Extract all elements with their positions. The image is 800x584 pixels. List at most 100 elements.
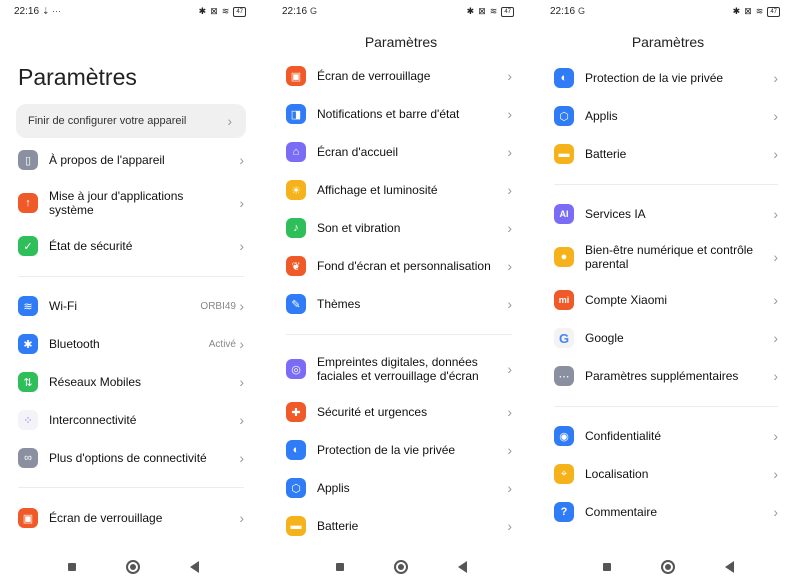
chevron-right-icon: › xyxy=(773,330,778,346)
status-time: 22:16 xyxy=(550,6,576,17)
settings-item-label: Compte Xiaomi xyxy=(585,293,668,307)
chevron-right-icon: › xyxy=(239,298,244,314)
settings-item-system-app-updates[interactable]: ↑ Mise à jour d'applications système › xyxy=(18,186,244,220)
settings-item-privacy-protection[interactable]: ◐ Protection de la vie privée › xyxy=(554,61,778,95)
back-button[interactable] xyxy=(457,561,467,573)
chevron-right-icon: › xyxy=(239,195,244,211)
recents-button[interactable] xyxy=(602,563,611,571)
settings-item-label: Thèmes xyxy=(317,297,361,311)
settings-item-feedback[interactable]: ? Commentaire › xyxy=(554,495,778,529)
chevron-right-icon: › xyxy=(239,450,244,466)
notification-icon: ◨ xyxy=(286,104,306,124)
apps-icon: ⬡ xyxy=(286,478,306,498)
settings-item-label: Fond d'écran et personnalisation xyxy=(317,259,491,273)
navigation-bar xyxy=(0,560,266,574)
settings-item-ai-services[interactable]: AI Services IA › xyxy=(554,197,778,231)
mobile-data-icon: ⇅ xyxy=(18,372,38,392)
recents-button[interactable] xyxy=(67,563,76,571)
section-divider xyxy=(18,487,244,488)
chevron-right-icon: › xyxy=(507,144,512,160)
interconnectivity-icon: ⁘ xyxy=(18,410,38,430)
settings-item-location[interactable]: ⌖ Localisation › xyxy=(554,457,778,491)
settings-item-label: Écran de verrouillage xyxy=(317,69,431,83)
wallpaper-icon: ❦ xyxy=(286,256,306,276)
chevron-right-icon: › xyxy=(507,258,512,274)
chevron-right-icon: › xyxy=(227,113,232,129)
settings-item-themes[interactable]: ✎ Thèmes › xyxy=(286,287,512,321)
navigation-bar xyxy=(536,560,800,574)
settings-item-additional-settings[interactable]: ⋯ Paramètres supplémentaires › xyxy=(554,359,778,393)
brush-icon: ✎ xyxy=(286,294,306,314)
settings-item-label: Applis xyxy=(317,481,350,495)
settings-item-mobile-networks[interactable]: ⇅ Réseaux Mobiles › xyxy=(18,365,244,399)
settings-item-label: Localisation xyxy=(585,467,649,481)
settings-item-privacy[interactable]: ◉ Confidentialité › xyxy=(554,419,778,453)
settings-item-safety-emergency[interactable]: ✚ Sécurité et urgences › xyxy=(286,395,512,429)
settings-item-apps[interactable]: ⬡ Applis › xyxy=(286,471,512,505)
phone-icon: ▯ xyxy=(18,150,38,170)
settings-item-notifications[interactable]: ◨ Notifications et barre d'état › xyxy=(286,97,512,131)
status-icons: ✱ ⊠ ≋ 47 xyxy=(467,6,514,17)
eye-icon: ◉ xyxy=(554,426,574,446)
nfc-status-icon: ⊠ xyxy=(478,6,486,16)
wifi-status-icon: ≋ xyxy=(221,6,230,16)
wifi-status-icon: ≋ xyxy=(755,6,764,16)
fingerprint-icon: ◎ xyxy=(286,359,306,379)
settings-item-apps[interactable]: ⬡ Applis › xyxy=(554,99,778,133)
back-button[interactable] xyxy=(189,561,199,573)
bluetooth-status-icon: ✱ xyxy=(466,6,475,16)
settings-item-label: Protection de la vie privée xyxy=(317,443,456,457)
chevron-right-icon: › xyxy=(507,182,512,198)
settings-item-bluetooth[interactable]: ✱ Bluetooth Activé › xyxy=(18,327,244,361)
bluetooth-status-value: Activé xyxy=(208,338,236,350)
settings-item-lock-screen[interactable]: ▣ Écran de verrouillage › xyxy=(286,59,512,93)
settings-item-more-connectivity[interactable]: ∞ Plus d'options de connectivité › xyxy=(18,441,244,475)
status-bar: 22:16 G ✱ ⊠ ≋ 47 xyxy=(280,6,522,20)
home-button[interactable] xyxy=(393,560,408,574)
feedback-icon: ? xyxy=(554,502,574,522)
settings-item-battery[interactable]: ▬ Batterie › xyxy=(286,509,512,543)
chevron-right-icon: › xyxy=(507,480,512,496)
settings-item-digital-wellbeing[interactable]: ● Bien-être numérique et contrôle parent… xyxy=(554,238,778,276)
settings-item-home-screen[interactable]: ⌂ Écran d'accueil › xyxy=(286,135,512,169)
settings-item-about-device[interactable]: ▯ À propos de l'appareil › xyxy=(18,143,244,177)
settings-item-interconnectivity[interactable]: ⁘ Interconnectivité › xyxy=(18,403,244,437)
settings-item-lock-screen[interactable]: ▣ Écran de verrouillage › xyxy=(18,501,244,535)
settings-item-display[interactable]: ☀ Affichage et luminosité › xyxy=(286,173,512,207)
wifi-status-icon: ≋ xyxy=(489,6,498,16)
settings-item-label: Interconnectivité xyxy=(49,413,137,427)
recents-button[interactable] xyxy=(335,563,344,571)
section-divider xyxy=(554,184,778,185)
bluetooth-icon: ✱ xyxy=(18,334,38,354)
apps-icon: ⬡ xyxy=(554,106,574,126)
finish-setup-label: Finir de configurer votre appareil xyxy=(28,115,187,127)
settings-item-privacy-protection[interactable]: ◐ Protection de la vie privée › xyxy=(286,433,512,467)
settings-item-sound[interactable]: ♪ Son et vibration › xyxy=(286,211,512,245)
xiaomi-icon: mi xyxy=(554,290,574,310)
home-button[interactable] xyxy=(660,560,675,574)
settings-item-biometrics[interactable]: ◎ Empreintes digitales, données faciales… xyxy=(286,350,512,388)
link-icon: ∞ xyxy=(18,448,38,468)
settings-item-label: Bien-être numérique et contrôle parental xyxy=(585,243,754,271)
home-button[interactable] xyxy=(125,560,140,574)
settings-item-wallpaper[interactable]: ❦ Fond d'écran et personnalisation › xyxy=(286,249,512,283)
settings-item-battery[interactable]: ▬ Batterie › xyxy=(554,137,778,171)
nfc-status-icon: ⊠ xyxy=(210,6,218,16)
more-icon: ⋯ xyxy=(554,366,574,386)
section-divider xyxy=(18,276,244,277)
settings-item-label: Batterie xyxy=(317,519,359,533)
settings-item-label: Écran de verrouillage xyxy=(49,511,163,525)
brightness-icon: ☀ xyxy=(286,180,306,200)
back-button[interactable] xyxy=(724,561,734,573)
settings-item-security-status[interactable]: ✓ État de sécurité › xyxy=(18,229,244,263)
chevron-right-icon: › xyxy=(507,220,512,236)
chevron-right-icon: › xyxy=(239,152,244,168)
settings-item-label: Applis xyxy=(585,109,618,123)
settings-item-wifi[interactable]: ≋ Wi-Fi ORBI49 › xyxy=(18,289,244,323)
settings-item-label: Bluetooth xyxy=(49,337,100,351)
settings-item-label: Confidentialité xyxy=(585,429,662,443)
finish-setup-banner[interactable]: Finir de configurer votre appareil › xyxy=(16,104,246,138)
settings-item-google[interactable]: G Google › xyxy=(554,321,778,355)
battery-icon: 47 xyxy=(767,6,780,17)
settings-item-xiaomi-account[interactable]: mi Compte Xiaomi › xyxy=(554,283,778,317)
